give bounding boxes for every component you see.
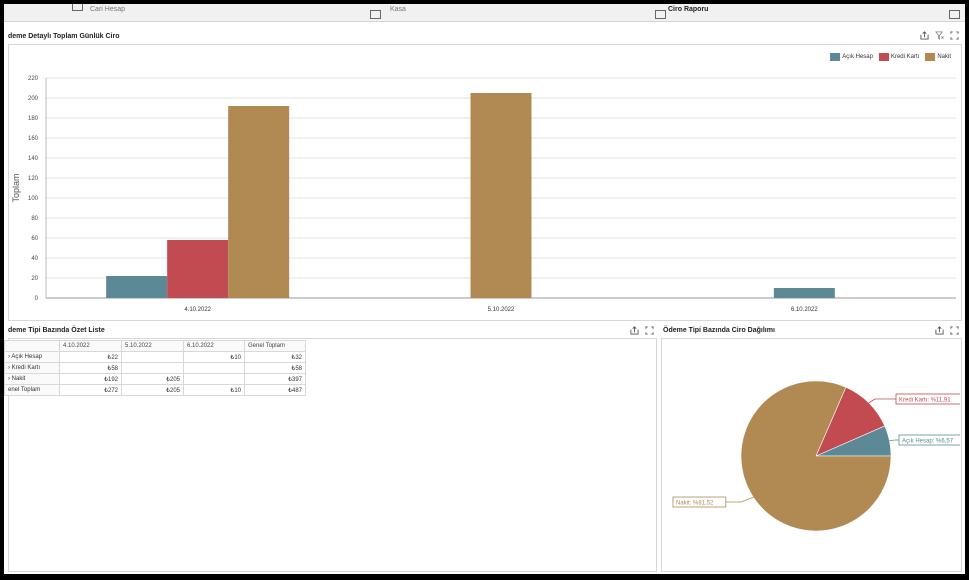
table-total-row: enel Toplam ₺272 ₺205 ₺10 ₺487 [4, 384, 306, 396]
bar-chart: 0 20 40 60 80 100 120 140 160 180 200 220 Toplam 4.10… [11, 76, 956, 313]
pie-data-label: Nakit: %81,52 [676, 501, 714, 507]
table-header-row: 4.10.2022 5.10.2022 6.10.2022 Genel Topl… [4, 340, 306, 352]
table-row[interactable]: › Kredi Kartı ₺58 ₺58 [4, 362, 306, 374]
table-header-cell [4, 340, 60, 352]
table-cell [183, 373, 245, 385]
table-header-cell[interactable]: Genel Toplam [244, 340, 306, 352]
y-tick-label: 100 [28, 196, 39, 202]
pie-leader-line [725, 496, 754, 503]
y-tick-label: 60 [31, 236, 38, 242]
table-cell [121, 351, 184, 363]
y-tick-label: 80 [31, 216, 38, 222]
x-tick-label: 4.10.2022 [184, 307, 211, 313]
bar-nakit [470, 93, 532, 298]
bar-kredi-kart- [167, 240, 229, 298]
x-tick-label: 5.10.2022 [488, 307, 515, 313]
table-cell: ₺272 [59, 384, 122, 396]
table-header-cell[interactable]: 5.10.2022 [121, 340, 184, 352]
pie-data-label: Kredi Kartı: %11,91 [899, 398, 951, 404]
table-header-cell[interactable]: 6.10.2022 [183, 340, 245, 352]
row-label: enel Toplam [4, 384, 60, 396]
table-cell: ₺58 [244, 362, 306, 374]
table-cell: ₺22 [59, 351, 122, 363]
pie-leader-line [889, 439, 899, 442]
table-cell: ₺10 [183, 351, 245, 363]
y-tick-label: 120 [28, 176, 39, 182]
summary-table: 4.10.2022 5.10.2022 6.10.2022 Genel Topl… [4, 340, 306, 396]
y-tick-label: 20 [31, 276, 38, 282]
x-tick-label: 6.10.2022 [791, 307, 818, 313]
y-tick-label: 220 [28, 76, 39, 82]
export-icon[interactable] [935, 326, 944, 335]
row-label: › Kredi Kartı [4, 362, 60, 374]
table-cell: ₺32 [244, 351, 306, 363]
table-cell: ₺58 [59, 362, 122, 374]
y-tick-label: 140 [28, 156, 39, 162]
row-label-text: Nakit [11, 376, 26, 382]
pie-panel-tools [935, 326, 959, 335]
row-label-text: Kredi Kartı [11, 365, 41, 371]
maximize-icon[interactable] [645, 326, 654, 335]
summary-panel-title: deme Tipi Bazında Özet Liste [8, 327, 105, 334]
table-cell: ₺205 [121, 373, 184, 385]
bar-a-k-hesap [773, 288, 835, 298]
table-cell: ₺205 [121, 384, 184, 396]
table-row[interactable]: › Nakit ₺192 ₺205 ₺397 [4, 373, 306, 385]
y-axis-label: Toplam [11, 173, 21, 202]
table-cell: ₺397 [244, 373, 306, 385]
bar-a-k-hesap [106, 276, 168, 298]
table-cell: ₺10 [183, 384, 245, 396]
y-tick-label: 40 [31, 256, 38, 262]
row-label: › Açık Hesap [4, 351, 60, 363]
table-cell: ₺192 [59, 373, 122, 385]
pie-data-label: Açık Hesap: %6,57 [902, 439, 954, 445]
table-cell [183, 362, 245, 374]
table-header-cell[interactable]: 4.10.2022 [59, 340, 122, 352]
dashboard: Cari Hesap Kasa Ciro Raporu deme Detaylı… [4, 4, 965, 574]
pie-panel-title: Ödeme Tipi Bazında Ciro Dağılımı [663, 327, 775, 334]
table-cell: ₺487 [244, 384, 306, 396]
summary-panel-tools [630, 326, 654, 335]
y-tick-label: 200 [28, 96, 39, 102]
row-label: › Nakit [4, 373, 60, 385]
row-label-text: Açık Hesap [11, 354, 43, 360]
table-cell [121, 362, 184, 374]
pie-leader-line [868, 398, 896, 404]
y-tick-label: 160 [28, 136, 39, 142]
export-icon[interactable] [630, 326, 639, 335]
bar-nakit [228, 106, 290, 298]
table-row[interactable]: › Açık Hesap ₺22 ₺10 ₺32 [4, 351, 306, 363]
y-tick-label: 180 [28, 116, 39, 122]
pie-chart: Açık Hesap: %6,57 Kredi Kartı: %11,91 Naki… [672, 380, 960, 532]
maximize-icon[interactable] [950, 326, 959, 335]
y-tick-label: 0 [35, 296, 39, 302]
